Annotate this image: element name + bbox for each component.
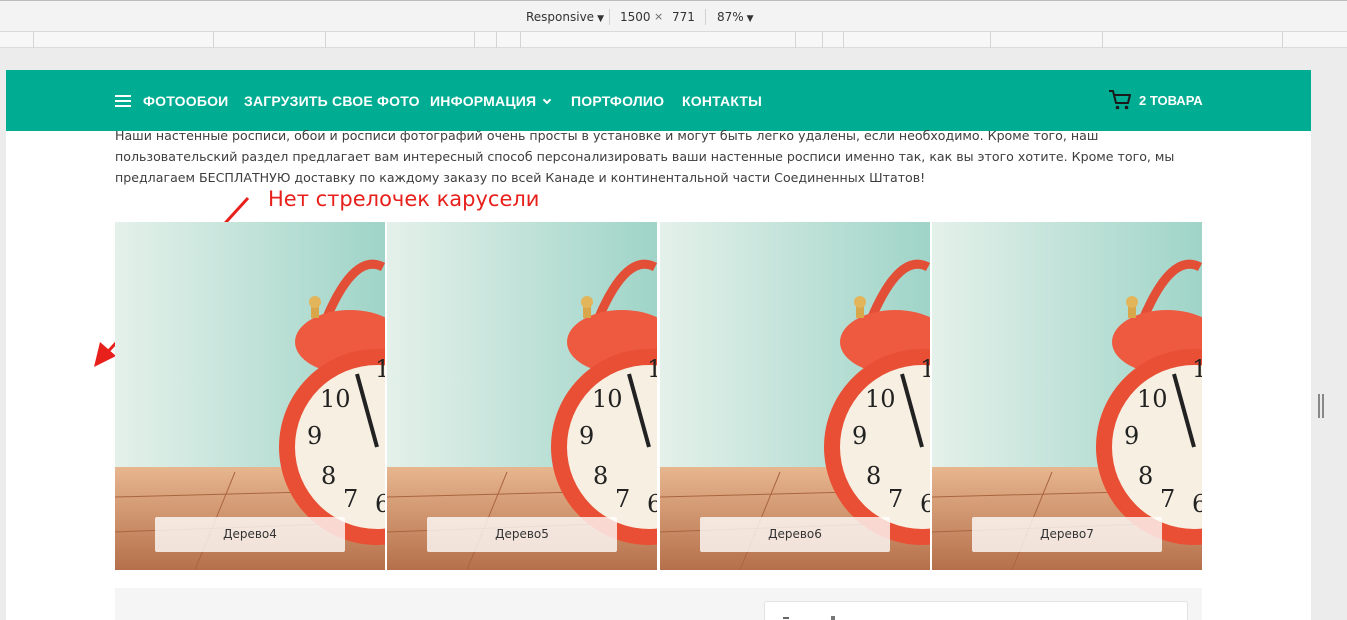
svg-text:9: 9 <box>579 422 594 450</box>
ruler-tick <box>1282 32 1283 48</box>
nav-item-information-label: ИНФОРМАЦИЯ <box>430 93 537 109</box>
annotation-label: Нет стрелочек карусели <box>268 187 540 211</box>
zoom-select[interactable]: 87% ▼ <box>717 10 754 24</box>
devtools-toolbar: Responsive ▼ 1500 × 771 87% ▼ <box>0 0 1347 32</box>
svg-text:7: 7 <box>343 485 358 513</box>
nav-item-contacts[interactable]: КОНТАКТЫ <box>682 93 762 109</box>
svg-text:6: 6 <box>920 490 930 518</box>
ruler-tick <box>496 32 497 48</box>
svg-text:8: 8 <box>1138 462 1153 490</box>
ruler-tick <box>795 32 796 48</box>
ruler-tick <box>822 32 823 48</box>
svg-text:9: 9 <box>1124 422 1139 450</box>
viewport-gap <box>0 48 1347 70</box>
svg-text:10: 10 <box>592 385 623 413</box>
zoom-dropdown-icon: ▼ <box>746 14 754 24</box>
nav-item-portfolio[interactable]: ПОРТФОЛИО <box>571 93 664 109</box>
card-bullet <box>783 617 789 619</box>
menu-icon[interactable] <box>115 95 131 107</box>
chevron-down-icon <box>543 95 552 105</box>
device-dropdown-icon: ▼ <box>597 14 604 24</box>
carousel-slide[interactable]: 11 10 9 8 7 6 Дерево5 <box>387 222 657 570</box>
ruler-tick <box>325 32 326 48</box>
width-input[interactable]: 1500 <box>620 10 651 24</box>
media-query-ruler <box>0 32 1347 48</box>
carousel-slide[interactable]: 11 10 9 8 7 6 Дерево7 <box>932 222 1202 570</box>
svg-text:8: 8 <box>593 462 608 490</box>
carousel-slide[interactable]: 11 10 9 8 7 6 Дерево6 <box>660 222 930 570</box>
toolbar-divider <box>705 9 706 25</box>
svg-text:6: 6 <box>375 490 385 518</box>
lower-card <box>764 601 1188 620</box>
svg-text:11: 11 <box>920 355 930 383</box>
ruler-tick <box>843 32 844 48</box>
slide-caption[interactable]: Дерево4 <box>155 517 345 552</box>
photo-carousel: 11 10 9 8 7 6 Дерево4 <box>115 222 1202 570</box>
page-viewport: ФОТООБОИ ЗАГРУЗИТЬ СВОЕ ФОТО ИНФОРМАЦИЯ … <box>6 70 1311 620</box>
svg-text:9: 9 <box>852 422 867 450</box>
svg-text:6: 6 <box>1192 490 1202 518</box>
main-navbar: ФОТООБОИ ЗАГРУЗИТЬ СВОЕ ФОТО ИНФОРМАЦИЯ … <box>6 70 1311 131</box>
times-icon: × <box>654 10 664 23</box>
viewport-resize-handle[interactable] <box>1318 394 1324 418</box>
slide-caption[interactable]: Дерево6 <box>700 517 890 552</box>
svg-text:11: 11 <box>375 355 385 383</box>
svg-text:8: 8 <box>321 462 336 490</box>
svg-text:7: 7 <box>1160 485 1175 513</box>
ruler-tick <box>1102 32 1103 48</box>
cart-icon[interactable] <box>1108 89 1132 111</box>
svg-text:9: 9 <box>307 422 322 450</box>
toolbar-divider <box>609 9 610 25</box>
nav-item-upload-photo[interactable]: ЗАГРУЗИТЬ СВОЕ ФОТО <box>244 93 420 109</box>
height-input[interactable]: 771 <box>672 10 695 24</box>
svg-text:7: 7 <box>615 485 630 513</box>
carousel-slide[interactable]: 11 10 9 8 7 6 Дерево4 <box>115 222 385 570</box>
svg-text:7: 7 <box>888 485 903 513</box>
svg-text:11: 11 <box>647 355 657 383</box>
svg-text:10: 10 <box>1137 385 1168 413</box>
svg-text:10: 10 <box>865 385 896 413</box>
svg-text:10: 10 <box>320 385 351 413</box>
cart-count[interactable]: 2 ТОВАРА <box>1139 93 1203 108</box>
card-bullet <box>831 616 835 620</box>
svg-text:6: 6 <box>647 490 657 518</box>
zoom-label: 87% <box>717 10 744 24</box>
device-select[interactable]: Responsive ▼ <box>526 10 604 24</box>
intro-text: Наши настенные росписи, обои и росписи ф… <box>115 128 1175 185</box>
slide-caption[interactable]: Дерево5 <box>427 517 617 552</box>
nav-item-wallpapers[interactable]: ФОТООБОИ <box>143 93 228 109</box>
svg-text:11: 11 <box>1192 355 1202 383</box>
nav-item-information[interactable]: ИНФОРМАЦИЯ <box>430 93 552 109</box>
slide-caption[interactable]: Дерево7 <box>972 517 1162 552</box>
ruler-tick <box>520 32 521 48</box>
ruler-tick <box>213 32 214 48</box>
device-label: Responsive <box>526 10 595 24</box>
ruler-tick <box>990 32 991 48</box>
ruler-tick <box>33 32 34 48</box>
svg-text:8: 8 <box>866 462 881 490</box>
ruler-tick <box>474 32 475 48</box>
